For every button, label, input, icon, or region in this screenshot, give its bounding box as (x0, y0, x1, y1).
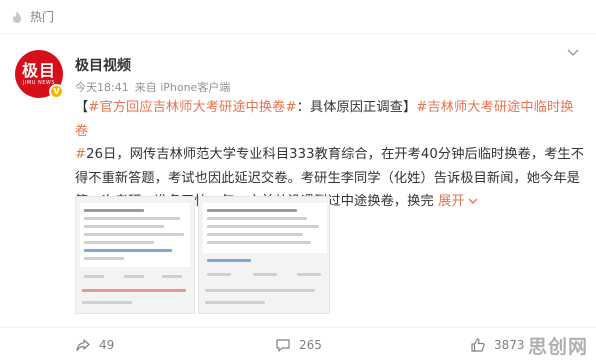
title-bracket-close: 】 (402, 100, 417, 115)
like-button[interactable]: 3873 (470, 337, 525, 353)
site-watermark: 思创网 (524, 331, 592, 359)
post-image-2[interactable] (198, 196, 330, 314)
avatar-logo-text: 极目 (21, 60, 56, 80)
comment-count: 265 (299, 338, 322, 352)
hot-icon (13, 10, 21, 23)
post-source: 来自 iPhone客户端 (134, 81, 231, 94)
topic-link-2-end[interactable]: # (75, 147, 86, 162)
title-bracket-open: 【 (75, 100, 89, 115)
chevron-down-icon[interactable] (565, 44, 581, 60)
comment-icon (276, 339, 290, 352)
verified-badge-icon: V (49, 84, 64, 99)
share-icon (76, 339, 90, 352)
hot-label: 热门 (30, 10, 55, 24)
post-time: 今天18:41 (75, 81, 129, 94)
comment-button[interactable]: 265 (275, 337, 322, 353)
like-count: 3873 (494, 338, 525, 352)
share-button[interactable]: 49 (75, 337, 114, 353)
topic-link-1[interactable]: #官方回应吉林师大考研途中换卷# (88, 100, 296, 115)
weibo-post: 极目 JIMU NEWS V 极目视频 今天18:41 来自 iPhone客户端 … (0, 34, 596, 363)
post-meta: 今天18:41 来自 iPhone客户端 (75, 79, 236, 95)
top-bar: 热门 (0, 0, 596, 34)
title-text: ：具体原因正调查 (296, 100, 403, 115)
author-name[interactable]: 极目视频 (75, 55, 131, 75)
chevron-down-icon[interactable] (468, 197, 478, 205)
thumbs-up-icon (471, 338, 485, 352)
expand-link[interactable]: 展开 (438, 194, 465, 209)
share-count: 49 (99, 338, 115, 352)
post-image-1[interactable] (75, 196, 195, 314)
action-bar: 49 265 3873 (0, 327, 596, 363)
